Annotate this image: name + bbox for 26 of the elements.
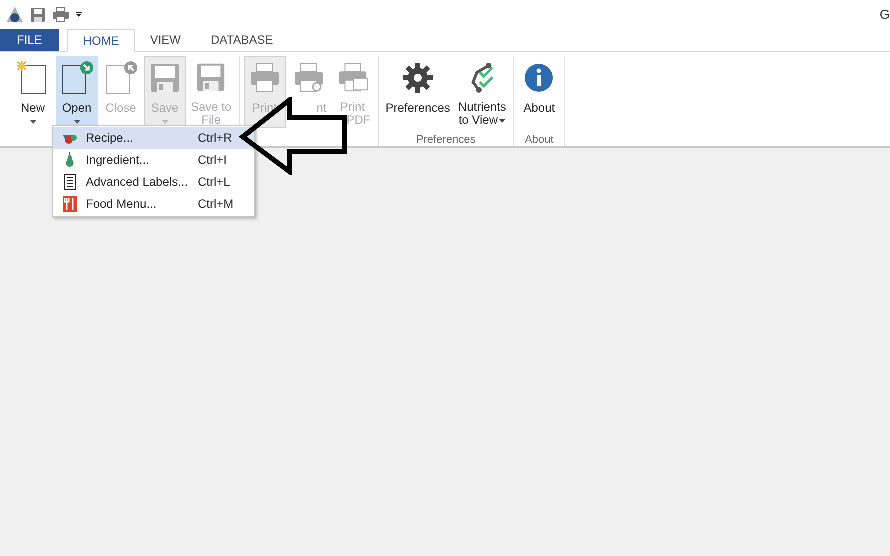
customize-dropdown-icon[interactable] bbox=[76, 12, 82, 18]
settings-icon bbox=[401, 61, 436, 95]
ribbon-button[interactable]: Nutrients to View bbox=[455, 56, 510, 128]
group-label: About bbox=[525, 133, 554, 148]
menu-item[interactable]: Ingredient... Ctrl+I bbox=[53, 149, 254, 171]
document-lines-icon bbox=[64, 174, 76, 190]
ribbon-button[interactable]: New bbox=[12, 56, 54, 128]
menu-item[interactable]: Food Menu... Ctrl+M bbox=[53, 193, 254, 215]
document-arrow-icon bbox=[60, 61, 94, 95]
document-arrow-icon bbox=[104, 61, 138, 95]
app-logo-icon bbox=[6, 6, 24, 24]
ribbon-tab[interactable]: DATABASE bbox=[196, 29, 288, 51]
ribbon-button[interactable]: Preferences bbox=[382, 56, 454, 128]
ribbon-tab[interactable]: HOME bbox=[67, 29, 136, 52]
file-tab[interactable]: FILE bbox=[0, 29, 60, 51]
ribbon-tab[interactable]: VIEW bbox=[135, 29, 196, 51]
fork-knife-icon bbox=[62, 196, 76, 212]
save-icon[interactable] bbox=[30, 7, 46, 23]
ribbon-button[interactable]: About bbox=[518, 56, 560, 128]
pear-icon bbox=[64, 152, 76, 168]
window-title: G bbox=[880, 6, 890, 24]
menu-item[interactable]: Recipe... Ctrl+R bbox=[53, 127, 254, 149]
menu-item[interactable]: Advanced Labels... Ctrl+L bbox=[53, 171, 254, 193]
ribbon-button[interactable]: Open bbox=[56, 56, 98, 128]
printer-icon[interactable] bbox=[52, 7, 70, 23]
group-label: Preferences bbox=[416, 133, 476, 148]
